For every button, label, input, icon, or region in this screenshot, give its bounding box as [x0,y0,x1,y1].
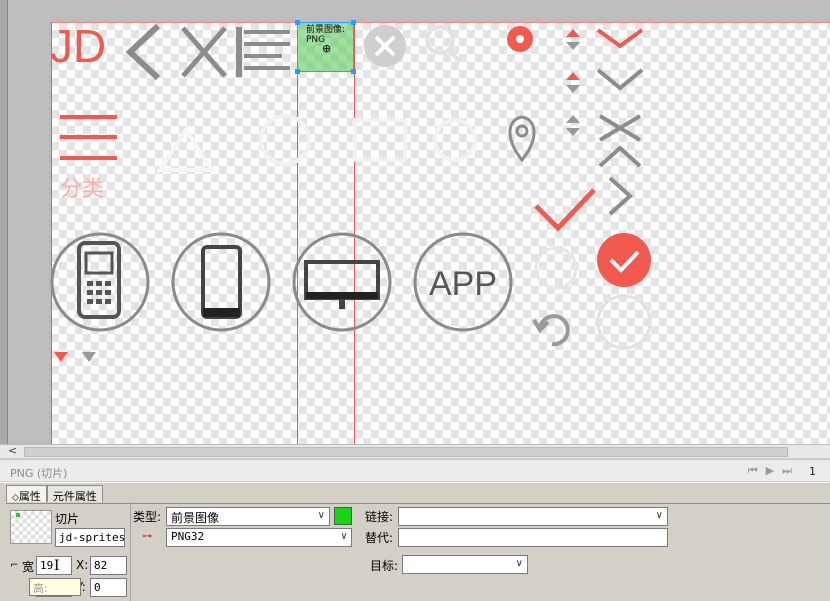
close-small-icon [598,114,642,142]
target-select[interactable]: ∨ [402,555,528,574]
slice-color-swatch[interactable] [334,507,352,525]
section-label: 切片 [55,512,80,526]
chevron-down-red-icon [596,28,644,49]
alt-label: 替代: [365,531,394,545]
x-label: X: [76,558,89,572]
tooltip: 高: [29,578,81,596]
home-outline-icon [156,126,216,172]
selected-slice[interactable]: 前景图像: PNG ⊕ [295,20,356,74]
format-value: PNG32 [171,530,205,543]
frame-number: 1 [809,465,816,478]
sort-arrows-icon [566,29,580,136]
scroll-left-icon[interactable]: < [8,444,17,457]
chevron-down-icon: ∨ [317,510,325,521]
card-outline-icon [353,118,407,162]
horizontal-scrollbar[interactable]: < [0,444,830,458]
fireworks-window: JD 分类 APP 前景图像: PNG ⊕ < PNG (切片) ⏮▶⏭ 1 ◇… [0,0,830,601]
check-red-icon [534,188,596,232]
chevron-up-icon [598,145,642,168]
chevron-down-icon: ∨ [515,558,523,569]
chevron-down-icon: ∨ [655,510,663,521]
user-outline-icon [433,118,477,162]
format-select[interactable]: PNG32 ∨ [166,528,352,547]
slice-thumbnail [10,510,52,544]
target-label: 目标: [370,559,399,573]
chevron-right-icon [608,176,633,216]
sprite-sheet: JD 分类 APP [50,20,652,362]
jd-logo: JD [50,20,106,72]
link-input[interactable]: ∨ [398,507,668,526]
frame-nav-icons[interactable]: ⏮▶⏭ [748,464,800,478]
tab-properties[interactable]: ◇属性 [6,485,47,503]
app-label: APP [429,265,497,303]
checked-circle-icon [597,233,651,287]
unchecked-circle-icon [596,294,652,350]
move-cursor-icon: ⊕ [322,42,332,55]
menu-red-icon [60,115,117,160]
triangle-red-icon [54,352,68,362]
scroll-thumb[interactable] [24,447,788,457]
refresh-icon [538,314,570,347]
category-label: 分类 [60,177,104,202]
back-chevron-icon [125,23,161,81]
type-label: 类型: [133,510,162,524]
format-icon: ⊶ [142,531,152,542]
triangle-grey-icon [82,352,96,362]
document-canvas[interactable]: JD 分类 APP 前景图像: PNG ⊕ [0,0,830,444]
x-input[interactable]: 82 [90,556,127,575]
close-x-icon [181,26,227,78]
slice-name-input[interactable]: jd-sprites_ [55,528,125,547]
width-label: 宽 [22,560,35,574]
search-icon [425,25,455,55]
y-input[interactable]: 0 [90,578,127,597]
type-value: 前景图像 [171,511,220,525]
lock-bracket-icon[interactable]: ⌐ [10,560,18,571]
panel-tabs: ◇属性 元件属性 [6,485,103,503]
collapse-icon: ◇ [12,493,19,503]
text-cursor-icon: I [54,558,60,574]
type-select[interactable]: 前景图像 ∨ [166,507,330,526]
location-pin-icon [508,115,536,163]
alt-input[interactable] [398,528,668,547]
chevron-down-icon [596,68,644,91]
monitor-circle-icon [292,232,392,332]
panel-divider [130,502,131,601]
link-label: 链接: [365,510,394,524]
status-bar: PNG (切片) ⏮▶⏭ 1 [0,459,830,481]
status-format: PNG (切片) [10,467,68,480]
chevron-down-icon: ∨ [340,531,347,542]
clock-icon [534,246,578,290]
tab-symbol-properties[interactable]: 元件属性 [46,485,103,503]
list-icon [236,27,290,77]
circle-outline-icon [259,114,311,166]
